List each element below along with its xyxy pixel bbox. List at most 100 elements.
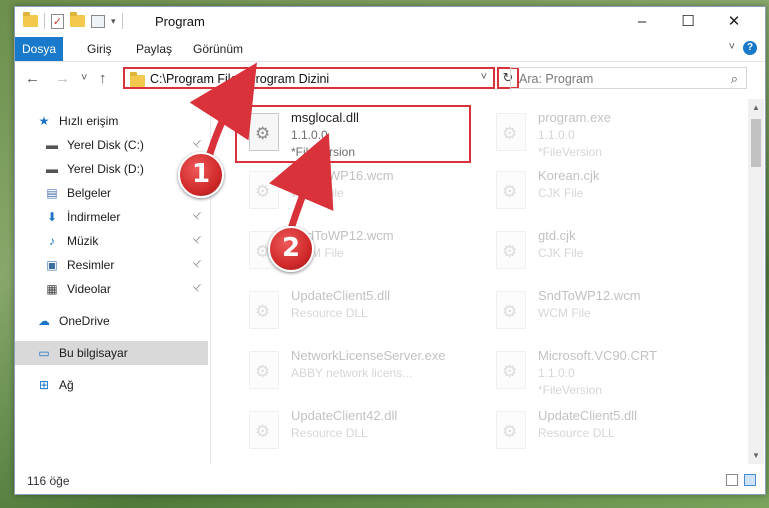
gear-icon: ⚙ xyxy=(502,182,518,201)
help-icon[interactable]: ? xyxy=(743,41,757,55)
pin-icon[interactable]: ⊥ xyxy=(191,281,205,295)
pin-icon[interactable]: ⊥ xyxy=(191,209,205,223)
tab-home[interactable]: Giriş xyxy=(87,37,112,61)
sidebar-item[interactable]: ▬ Yerel Disk (C:) ⊥ xyxy=(15,133,208,157)
file-item[interactable]: ⚙ SndToWP12.wcm WCM File xyxy=(488,285,733,341)
sidebar-item[interactable]: ⊞ Ağ xyxy=(15,373,208,397)
file-version: *FileVersion xyxy=(538,383,603,397)
address-bar[interactable]: C:\Program Files\Program Dizini ˅ xyxy=(123,67,495,89)
annotation-badge-2: 2 xyxy=(268,226,314,272)
file-item[interactable]: ⚙ SndToWP16.wcm WCM File xyxy=(241,165,486,221)
sidebar-item[interactable]: ▭ Bu bilgisayar xyxy=(15,341,208,365)
file-icon: ⚙ xyxy=(496,411,526,449)
sidebar-item-label: Resimler xyxy=(67,258,115,272)
file-name: gtd.cjk xyxy=(538,228,576,243)
sidebar-item[interactable]: ☁ OneDrive xyxy=(15,309,208,333)
file-name: Microsoft.VC90.CRT xyxy=(538,348,657,363)
tab-file[interactable]: Dosya xyxy=(15,37,63,61)
chevron-down-icon[interactable]: ˅ xyxy=(481,71,487,83)
quick-access-toolbar: ✓ ▾ xyxy=(23,12,123,29)
divider xyxy=(44,13,45,29)
sidebar-item-label: Müzik xyxy=(67,234,99,248)
chevron-down-icon[interactable]: ˅ xyxy=(729,41,735,53)
navigation-pane: ★ Hızlı erişim ▬ Yerel Disk (C:) ⊥ ▬ Yerel Dis… xyxy=(15,99,211,464)
details-view-icon[interactable] xyxy=(726,474,738,486)
gear-icon: ⚙ xyxy=(502,362,518,381)
file-icon: ⚙ xyxy=(496,351,526,389)
search-input[interactable]: Ara: Program xyxy=(519,72,593,86)
sidebar-item[interactable]: ★ Hızlı erişim xyxy=(15,109,208,133)
star-icon: ★ xyxy=(38,114,50,128)
sidebar-item-label: Belgeler xyxy=(67,186,112,200)
sidebar-item[interactable]: ▤Belgeler⊥ xyxy=(15,181,208,205)
gear-icon: ⚙ xyxy=(255,182,271,201)
back-arrow-icon[interactable]: ← xyxy=(25,70,40,87)
forward-arrow-icon[interactable]: → xyxy=(55,70,70,87)
sidebar-item-label: Bu bilgisayar xyxy=(59,346,128,360)
file-item[interactable]: ⚙ UpdateClient5.dll Resource DLL xyxy=(241,285,486,341)
scroll-down-icon[interactable]: ▼ xyxy=(748,451,764,460)
search-box[interactable]: Ara: Program ⌕ xyxy=(510,67,747,89)
maximize-button[interactable]: ☐ xyxy=(665,7,711,37)
file-icon: ⚙ xyxy=(496,291,526,329)
documents-icon: ▤ xyxy=(46,186,58,200)
pin-icon[interactable]: ⊥ xyxy=(191,257,205,271)
file-icon: ⚙ xyxy=(496,113,526,151)
customize-qat-icon[interactable]: ▾ xyxy=(111,16,116,27)
sidebar-item-label: Yerel Disk (D:) xyxy=(67,162,144,176)
gear-icon: ⚙ xyxy=(255,362,271,381)
pin-icon[interactable]: ⊥ xyxy=(191,137,205,151)
sidebar-item[interactable]: ▦ Videolar ⊥ xyxy=(15,277,208,301)
up-arrow-icon[interactable]: ↑ xyxy=(99,70,107,87)
close-button[interactable]: ✕ xyxy=(711,7,757,37)
cloud-icon: ☁ xyxy=(38,314,50,328)
tab-view[interactable]: Görünüm xyxy=(193,37,243,61)
large-icons-view-icon[interactable] xyxy=(744,474,756,486)
address-path[interactable]: C:\Program Files\Program Dizini xyxy=(150,72,329,86)
pin-icon[interactable]: ⊥ xyxy=(191,233,205,247)
computer-icon: ▭ xyxy=(38,346,50,360)
sidebar-item-label: Yerel Disk (C:) xyxy=(67,138,144,152)
navigation-bar: ← → ˅ ↑ C:\Program Files\Program Dizini … xyxy=(15,62,765,96)
new-folder-icon[interactable] xyxy=(70,12,85,27)
file-name: program.exe xyxy=(538,110,611,125)
annotation-highlight-file xyxy=(235,105,471,163)
gear-icon: ⚙ xyxy=(255,422,271,441)
file-item[interactable]: ⚙ program.exe 1.1.0.0 *FileVersion xyxy=(488,107,733,163)
scroll-up-icon[interactable]: ▲ xyxy=(748,103,764,112)
sidebar-item[interactable]: ⬇ İndirmeler ⊥ xyxy=(15,205,208,229)
videos-icon: ▦ xyxy=(46,282,58,296)
vertical-scrollbar[interactable]: ▲ ▼ xyxy=(748,99,764,464)
file-detail: CJK File xyxy=(538,246,584,260)
sidebar-item-label: OneDrive xyxy=(59,314,110,328)
file-detail: WCM File xyxy=(538,306,591,320)
tab-share[interactable]: Paylaş xyxy=(136,37,172,61)
recent-locations-icon[interactable]: ˅ xyxy=(81,72,87,84)
file-item[interactable]: ⚙ UpdateClient5.dll Resource DLL xyxy=(488,405,733,461)
properties-check-icon[interactable]: ✓ xyxy=(51,13,64,29)
gear-icon: ⚙ xyxy=(255,302,271,321)
properties-icon[interactable] xyxy=(91,14,105,28)
file-detail: Resource DLL xyxy=(291,426,368,440)
file-item[interactable]: ⚙ UpdateClient42.dll Resource DLL xyxy=(241,405,486,461)
gear-icon: ⚙ xyxy=(502,302,518,321)
file-detail: 1.1.0.0 xyxy=(538,366,575,380)
sidebar-item-label: Ağ xyxy=(59,378,74,392)
file-item[interactable]: ⚙ NetworkLicenseServer.exe ABBY network li… xyxy=(241,345,486,401)
sidebar-item[interactable]: ♪ Müzik ⊥ xyxy=(15,229,208,253)
file-icon: ⚙ xyxy=(249,171,279,209)
file-item[interactable]: ⚙ Microsoft.VC90.CRT 1.1.0.0 *FileVersion xyxy=(488,345,733,401)
minimize-button[interactable]: – xyxy=(619,7,665,37)
sidebar-item-label: Videolar xyxy=(67,282,111,296)
gear-icon: ⚙ xyxy=(502,242,518,261)
network-icon: ⊞ xyxy=(38,378,50,392)
sidebar-item[interactable]: ▣ Resimler ⊥ xyxy=(15,253,208,277)
file-item[interactable]: ⚙ gtd.cjk CJK File xyxy=(488,225,733,281)
file-icon: ⚙ xyxy=(496,171,526,209)
ribbon-tabs: Dosya Giriş Paylaş Görünüm ˅ ? xyxy=(15,37,765,62)
file-name: UpdateClient5.dll xyxy=(291,288,391,303)
file-item[interactable]: ⚙ Korean.cjk CJK File xyxy=(488,165,733,221)
sidebar-item-label: Hızlı erişim xyxy=(59,114,119,128)
scrollbar-thumb[interactable] xyxy=(751,119,761,167)
status-bar: 116 öğe xyxy=(15,467,765,494)
